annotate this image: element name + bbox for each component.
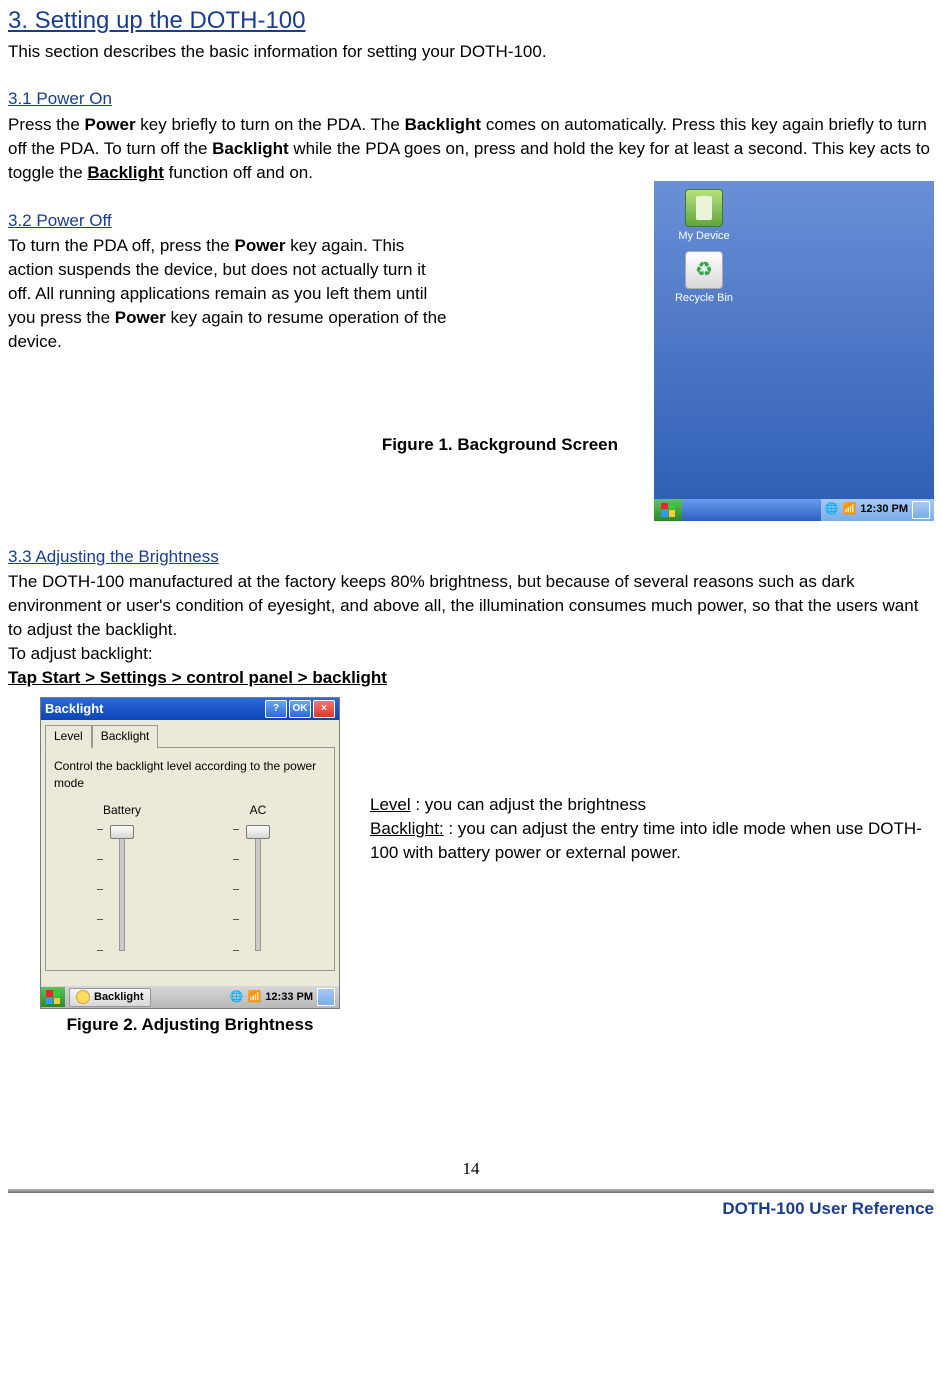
p-3-1: Press the Power key briefly to turn on t…	[8, 113, 934, 184]
battery-label: Battery	[82, 802, 162, 819]
taskbar-item-label: Backlight	[94, 990, 144, 1005]
panel-description: Control the backlight level according to…	[54, 758, 326, 792]
taskbar: 🌐 📶 12:30 PM	[654, 499, 934, 521]
power-key: Power	[234, 236, 285, 255]
page-footer: 14 DOTH-100 User Reference	[8, 1157, 934, 1221]
ac-slider[interactable]	[243, 825, 273, 955]
desktop-icon-recycle-bin[interactable]: Recycle Bin	[664, 251, 744, 306]
help-button[interactable]: ?	[265, 700, 287, 718]
tabstrip: Level Backlight	[45, 724, 335, 747]
tray-globe-icon[interactable]: 🌐	[230, 990, 244, 1005]
figure-1-desktop: My Device Recycle Bin 🌐 📶 12:30 PM	[654, 181, 934, 521]
battery-slider[interactable]	[107, 825, 137, 955]
ac-label: AC	[218, 802, 298, 819]
annotation-block: Level : you can adjust the brightness Ba…	[370, 793, 934, 864]
power-key: Power	[115, 308, 166, 327]
start-button[interactable]	[41, 987, 65, 1007]
subheading-3-3: 3.3 Adjusting the Brightness	[8, 545, 934, 569]
annotation-level-text: : you can adjust the brightness	[411, 795, 646, 814]
tab-backlight[interactable]: Backlight	[92, 725, 159, 748]
figure-2-caption: Figure 2. Adjusting Brightness	[40, 1013, 340, 1037]
backlight-term: Backlight	[87, 163, 164, 182]
system-tray: 🌐 📶 12:30 PM	[821, 499, 934, 521]
backlight-term: Backlight	[405, 115, 482, 134]
p-3-3: The DOTH-100 manufactured at the factory…	[8, 570, 934, 641]
tab-panel: Control the backlight level according to…	[45, 747, 335, 971]
to-adjust: To adjust backlight:	[8, 642, 934, 666]
page-number: 14	[8, 1157, 934, 1181]
my-device-label: My Device	[664, 229, 744, 244]
footer-reference: DOTH-100 User Reference	[8, 1197, 934, 1221]
text: key briefly to turn on the PDA. The	[136, 115, 405, 134]
tray-globe-icon[interactable]: 🌐	[825, 502, 839, 517]
recycle-bin-icon	[685, 251, 723, 289]
text: function off and on.	[164, 163, 313, 182]
tray-desktop-icon[interactable]	[317, 988, 335, 1006]
annotation-backlight-text: : you can adjust the entry time into idl…	[370, 819, 922, 862]
tray-network-icon[interactable]: 📶	[248, 990, 262, 1005]
start-button[interactable]	[654, 499, 682, 521]
subheading-3-1: 3.1 Power On	[8, 87, 934, 111]
section-title: 3. Setting up the DOTH-100	[8, 4, 934, 38]
subheading-3-2: 3.2 Power Off	[8, 209, 634, 233]
recycle-bin-label: Recycle Bin	[664, 291, 744, 306]
figure-1-caption: Figure 1. Background Screen	[8, 433, 634, 457]
windows-flag-icon	[46, 990, 60, 1004]
ok-button[interactable]: OK	[289, 700, 311, 718]
tray-clock[interactable]: 12:30 PM	[860, 502, 908, 517]
tray-desktop-icon[interactable]	[912, 501, 930, 519]
backlight-term: Backlight	[212, 139, 289, 158]
tray-network-icon[interactable]: 📶	[843, 502, 857, 517]
p-3-2: To turn the PDA off, press the Power key…	[8, 234, 448, 353]
nav-path: Tap Start > Settings > control panel > b…	[8, 666, 934, 690]
close-button[interactable]: ×	[313, 700, 335, 718]
dialog-taskbar: Backlight 🌐 📶 12:33 PM	[41, 986, 339, 1008]
intro-text: This section describes the basic informa…	[8, 40, 934, 64]
my-device-icon	[685, 189, 723, 227]
dialog-titlebar: Backlight ? OK ×	[41, 698, 339, 720]
taskbar-item-backlight[interactable]: Backlight	[69, 988, 151, 1007]
tab-level[interactable]: Level	[45, 725, 92, 748]
figure-2-dialog: Backlight ? OK × Level Backlight Control…	[40, 697, 340, 1037]
text: To turn the PDA off, press the	[8, 236, 234, 255]
windows-flag-icon	[661, 503, 675, 517]
dialog-title: Backlight	[45, 700, 104, 718]
desktop-icon-my-device[interactable]: My Device	[664, 189, 744, 244]
backlight-task-icon	[76, 990, 90, 1004]
annotation-backlight-label: Backlight:	[370, 819, 444, 838]
annotation-level-label: Level	[370, 795, 411, 814]
tray-clock[interactable]: 12:33 PM	[265, 990, 313, 1005]
power-key: Power	[85, 115, 136, 134]
footer-rule	[8, 1189, 934, 1193]
text: Press the	[8, 115, 85, 134]
battery-slider-thumb[interactable]	[110, 825, 134, 839]
ac-slider-thumb[interactable]	[246, 825, 270, 839]
